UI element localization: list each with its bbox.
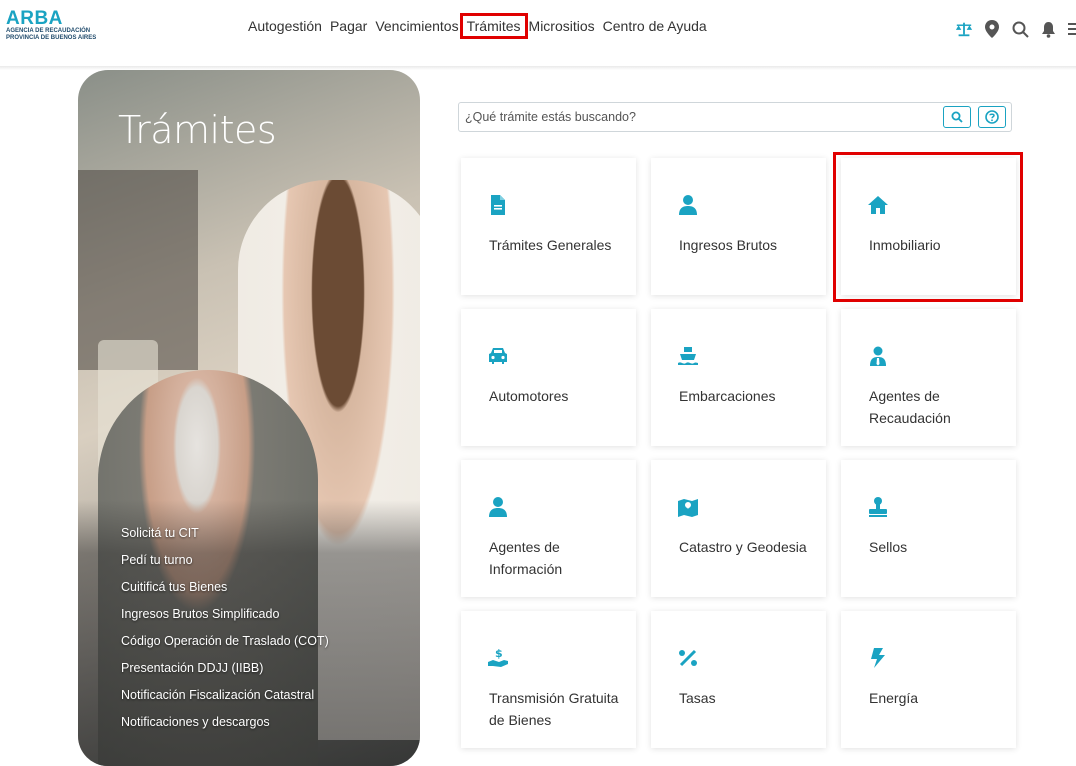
help-button[interactable] <box>978 106 1006 128</box>
nav-autogestion[interactable]: Autogestión <box>244 16 326 36</box>
nav-vencimientos[interactable]: Vencimientos <box>371 16 462 36</box>
quick-link-cit[interactable]: Solicitá tu CIT <box>121 520 329 547</box>
main-nav: Autogestión Pagar Vencimientos Trámites … <box>244 13 711 39</box>
map-icon <box>678 499 698 517</box>
search-input[interactable] <box>459 103 951 131</box>
card-label: Ingresos Brutos <box>679 237 778 253</box>
card-label: Sellos <box>869 539 908 555</box>
card-transmision-gratuita[interactable]: $ Transmisión Gratuita de Bienes <box>461 611 636 748</box>
quick-link-turno[interactable]: Pedí tu turno <box>121 547 329 574</box>
card-embarcaciones[interactable]: Embarcaciones <box>651 309 826 446</box>
card-ingresos-brutos[interactable]: Ingresos Brutos <box>651 158 826 295</box>
search-button[interactable] <box>943 106 971 128</box>
search-bar <box>458 102 1012 132</box>
card-label: Agentes de Recaudación <box>869 388 951 426</box>
ship-icon <box>678 347 698 365</box>
person-icon <box>679 195 697 215</box>
card-catastro-geodesia[interactable]: Catastro y Geodesia <box>651 460 826 597</box>
quick-link-cot[interactable]: Código Operación de Traslado (COT) <box>121 628 329 655</box>
card-label: Automotores <box>489 388 569 404</box>
quick-link-iibb-simplificado[interactable]: Ingresos Brutos Simplificado <box>121 601 329 628</box>
menu-icon[interactable] <box>1067 20 1076 38</box>
card-label: Energía <box>869 690 919 706</box>
card-label: Transmisión Gratuita de Bienes <box>489 690 619 728</box>
header-icons <box>955 20 1076 38</box>
svg-text:$: $ <box>495 647 503 660</box>
stamp-icon <box>869 497 887 517</box>
person-icon <box>489 497 507 517</box>
nav-pagar[interactable]: Pagar <box>326 16 371 36</box>
card-inmobiliario[interactable]: Inmobiliario <box>841 158 1016 295</box>
card-agentes-recaudacion[interactable]: Agentes de Recaudación <box>841 309 1016 446</box>
card-label: Trámites Generales <box>489 237 612 253</box>
nav-centro-de-ayuda[interactable]: Centro de Ayuda <box>599 16 711 36</box>
card-tasas[interactable]: Tasas <box>651 611 826 748</box>
balance-scale-icon[interactable] <box>955 20 973 38</box>
quick-links: Solicitá tu CIT Pedí tu turno Cuitificá … <box>121 520 329 736</box>
agent-icon <box>870 346 886 366</box>
card-energia[interactable]: Energía <box>841 611 1016 748</box>
hero-panel: Trámites Solicitá tu CIT Pedí tu turno C… <box>78 70 420 766</box>
nav-micrositios[interactable]: Micrositios <box>525 16 599 36</box>
card-agentes-informacion[interactable]: Agentes de Información <box>461 460 636 597</box>
logo-subtitle-2: PROVINCIA DE BUENOS AIRES <box>6 35 97 41</box>
percent-icon <box>679 649 697 667</box>
logo-subtitle-1: AGENCIA DE RECAUDACIÓN <box>6 28 91 34</box>
card-label: Agentes de Información <box>489 539 563 577</box>
location-pin-icon[interactable] <box>983 20 1001 38</box>
card-tramites-generales[interactable]: Trámites Generales <box>461 158 636 295</box>
quick-link-cuitifica[interactable]: Cuitificá tus Bienes <box>121 574 329 601</box>
help-icon <box>985 110 999 124</box>
nav-tramites[interactable]: Trámites <box>459 13 528 39</box>
card-label: Tasas <box>679 690 716 706</box>
card-sellos[interactable]: Sellos <box>841 460 1016 597</box>
card-automotores[interactable]: Automotores <box>461 309 636 446</box>
quick-link-ddjj[interactable]: Presentación DDJJ (IIBB) <box>121 655 329 682</box>
bell-icon[interactable] <box>1039 20 1057 38</box>
card-label: Catastro y Geodesia <box>679 539 807 555</box>
card-label: Inmobiliario <box>869 237 941 253</box>
quick-link-fiscalizacion[interactable]: Notificación Fiscalización Catastral <box>121 682 329 709</box>
hand-money-icon: $ <box>488 647 508 667</box>
house-icon <box>868 196 888 214</box>
search-icon[interactable] <box>1011 20 1029 38</box>
car-icon <box>489 348 507 364</box>
card-label: Embarcaciones <box>679 388 776 404</box>
document-icon <box>491 195 505 215</box>
search-icon <box>951 111 963 123</box>
bolt-icon <box>871 648 885 668</box>
arba-logo[interactable]: ARBA AGENCIA DE RECAUDACIÓN PROVINCIA DE… <box>6 8 97 42</box>
site-header: ARBA AGENCIA DE RECAUDACIÓN PROVINCIA DE… <box>0 0 1076 66</box>
page-title: Trámites <box>118 108 277 152</box>
quick-link-notificaciones[interactable]: Notificaciones y descargos <box>121 709 329 736</box>
logo-text: ARBA <box>6 8 63 29</box>
